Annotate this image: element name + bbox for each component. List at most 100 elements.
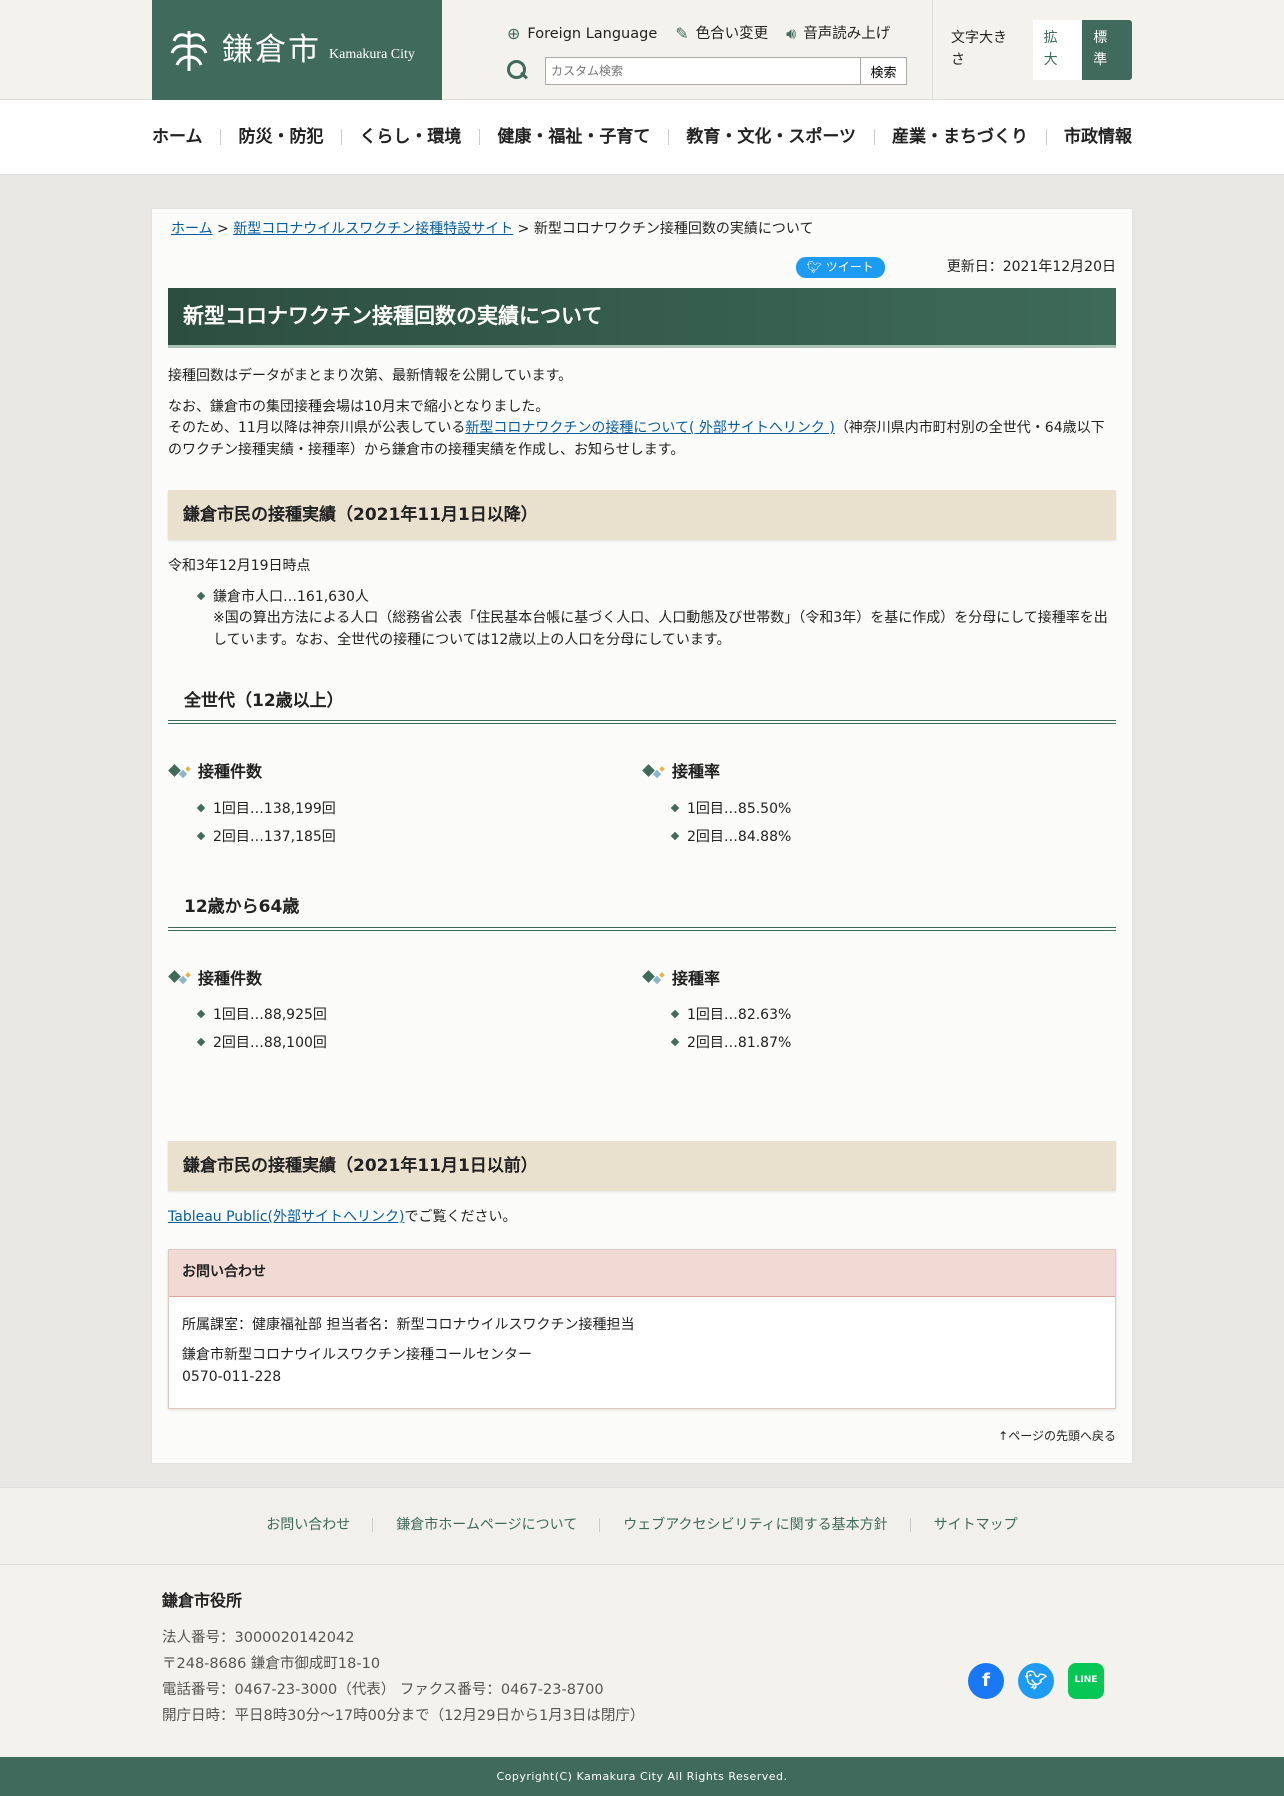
contact-tel: 0570-011-228 [182,1368,282,1385]
office-name: 鎌倉市役所 [162,1591,243,1611]
rates-heading-text: 接種率 [672,968,721,988]
population-note: ※国の算出方法による人口（総務省公表「住民基本台帳に基づく人口、人口動態及び世帯… [213,610,1108,649]
speech-link[interactable]: 🔊︎ 音声読み上げ [786,22,890,47]
office-phone: 電話番号：0467-23-3000（代表） ファクス番号：0467-23-870… [162,1682,604,1699]
nav-home[interactable]: ホーム [152,124,203,150]
intro-text: 接種回数はデータがまとまり次第、最新情報を公開しています。 [168,367,573,384]
font-large-button[interactable]: 拡大 [1032,20,1083,80]
list-item: 2回目…88,100回 [198,1033,642,1055]
group-all-columns: 接種件数 1回目…138,199回 2回目…137,185回 接種率 1回目…8… [168,760,1116,858]
footer-link-accessibility[interactable]: ウェブアクセシビリティに関する基本方針 [599,1515,888,1537]
footer-info: 鎌倉市役所 法人番号：3000020142042 〒248-8686 鎌倉市御成… [0,1565,1284,1758]
line-icon[interactable]: LINE [1068,1663,1104,1700]
site-logo[interactable]: 鎌倉市 Kamakura City [152,0,442,100]
nav-health[interactable]: 健康・福祉・子育て [479,124,650,150]
site-header: 鎌倉市 Kamakura City ⊕ Foreign Language ✎ 色合い… [0,0,1284,100]
group-heading-all: 全世代（12歳以上） [168,680,1116,725]
logo-english: Kamakura City [329,47,415,63]
back-to-top-label: ページの先頭へ戻る [1008,1428,1116,1443]
diamond-icon [168,970,192,988]
social-links: f 🐦︎ LINE [968,1663,1104,1700]
tableau-tail: でご覧ください。 [404,1209,517,1226]
contact-center: 鎌倉市新型コロナウイルスワクチン接種コールセンター 0570-011-228 [182,1345,1102,1388]
footer-link-contact[interactable]: お問い合わせ [266,1515,350,1537]
diamond-icon [168,764,192,782]
tweet-label: ツイート [825,260,874,275]
speech-label: 音声読み上げ [803,26,891,43]
search-box: 検索 [507,57,907,85]
nav-education[interactable]: 教育・文化・スポーツ [668,124,856,150]
intro-line2: そのため、11月以降は神奈川県が公表している [168,420,466,437]
rates-list: 1回目…82.63% 2回目…81.87% [672,1005,1116,1054]
rates-column: 接種率 1回目…82.63% 2回目…81.87% [642,967,1116,1065]
list-item: 1回目…88,925回 [198,1005,642,1027]
nav-disaster[interactable]: 防災・防犯 [220,124,323,150]
list-item: 1回目…82.63% [672,1005,1116,1027]
copyright: Copyright(C) Kamakura City All Rights Re… [0,1757,1284,1796]
rates-heading: 接種率 [642,967,1116,992]
search-icon [507,60,529,82]
intro-line1: なお、鎌倉市の集団接種会場は10月末で縮小となりました。 [168,398,550,415]
tableau-paragraph: Tableau Public(外部サイトへリンク)でご覧ください。 [168,1207,1116,1229]
section-heading-before-nov: 鎌倉市民の接種実績（2021年11月1日以前） [168,1140,1116,1192]
diamond-icon [642,970,666,988]
font-size-label: 文字大きさ [951,30,1007,68]
twitter-icon[interactable]: 🐦︎ [1018,1663,1054,1700]
sasarindo-emblem-icon [168,27,210,73]
intro-paragraph: なお、鎌倉市の集団接種会場は10月末で縮小となりました。 そのため、11月以降は神… [168,397,1116,462]
kanagawa-vaccine-link[interactable]: 新型コロナワクチンの接種について( 外部サイトへリンク ) [465,420,834,436]
list-item: 1回目…138,199回 [198,799,642,821]
nav-city-info[interactable]: 市政情報 [1045,124,1132,150]
counts-column: 接種件数 1回目…88,925回 2回目…88,100回 [168,967,642,1065]
footer-link-about[interactable]: 鎌倉市ホームページについて [372,1515,577,1537]
foreign-language-label: Foreign Language [527,26,658,43]
contact-body: 所属課室：健康福祉部 担当者名：新型コロナウイルスワクチン接種担当 鎌倉市新型コ… [169,1297,1115,1408]
page-title: 新型コロナワクチン接種回数の実績について [168,288,1116,348]
as-of-date: 令和3年12月19日時点 [168,558,311,575]
group-12-64-columns: 接種件数 1回目…88,925回 2回目…88,100回 接種率 1回目…82.… [168,967,1116,1065]
tableau-link[interactable]: Tableau Public(外部サイトへリンク) [168,1209,404,1225]
nav-living[interactable]: くらし・環境 [341,124,461,150]
search-input[interactable] [545,57,861,85]
rates-column: 接種率 1回目…85.50% 2回目…84.88% [642,760,1116,858]
color-change-link[interactable]: ✎ 色合い変更 [675,22,768,47]
foreign-language-link[interactable]: ⊕ Foreign Language [507,22,657,47]
twitter-bird-icon: 🐦︎ [806,260,822,275]
counts-list: 1回目…88,925回 2回目…88,100回 [198,1005,642,1054]
counts-heading: 接種件数 [168,967,642,992]
breadcrumb-home[interactable]: ホーム [171,221,213,237]
counts-heading: 接種件数 [168,760,642,785]
speaker-icon: 🔊︎ [786,24,797,43]
font-normal-button[interactable]: 標準 [1082,20,1132,80]
office-corp-number: 法人番号：3000020142042 [162,1630,355,1647]
font-size-control: 文字大きさ 拡大 標準 [932,0,1132,100]
tweet-button[interactable]: 🐦︎ ツイート [795,257,885,278]
contact-center-name: 鎌倉市新型コロナウイルスワクチン接種コールセンター [182,1347,532,1364]
section-heading-after-nov: 鎌倉市民の接種実績（2021年11月1日以降） [168,489,1116,541]
counts-column: 接種件数 1回目…138,199回 2回目…137,185回 [168,760,642,858]
contact-heading: お問い合わせ [169,1249,1115,1297]
breadcrumb-parent[interactable]: 新型コロナウイルスワクチン接種特設サイト [233,221,513,237]
color-change-label: 色合い変更 [695,26,769,43]
breadcrumb: ホーム > 新型コロナウイルスワクチン接種特設サイト > 新型コロナワクチン接種… [168,219,1116,241]
office-hours: 開庁日時：平日8時30分～17時00分まで（12月29日から1月3日は閉庁） [162,1708,645,1725]
global-nav: ホーム 防災・防犯 くらし・環境 健康・福祉・子育て 教育・文化・スポーツ 産業… [0,100,1284,175]
office-address: 〒248-8686 鎌倉市御成町18-10 [162,1656,381,1673]
counts-list: 1回目…138,199回 2回目…137,185回 [198,799,642,848]
list-item: 2回目…84.88% [672,827,1116,849]
contact-dept: 所属課室：健康福祉部 担当者名：新型コロナウイルスワクチン接種担当 [182,1316,635,1333]
population-text: 鎌倉市人口…161,630人 [213,588,369,605]
breadcrumb-sep: > [212,221,234,237]
back-to-top-link[interactable]: ↑ページの先頭へ戻る [168,1427,1116,1446]
group-heading-12-64: 12歳から64歳 [168,886,1116,931]
arrow-up-icon: ↑ [998,1428,1009,1443]
list-item: 2回目…137,185回 [198,827,642,849]
brush-icon: ✎ [675,24,689,43]
facebook-icon[interactable]: f [968,1663,1004,1700]
diamond-icon [642,764,666,782]
nav-industry[interactable]: 産業・まちづくり [874,124,1028,150]
search-button[interactable]: 検索 [861,57,907,85]
footer-link-sitemap[interactable]: サイトマップ [909,1515,1018,1537]
breadcrumb-sep: > [513,221,534,237]
list-item: 2回目…81.87% [672,1033,1116,1055]
